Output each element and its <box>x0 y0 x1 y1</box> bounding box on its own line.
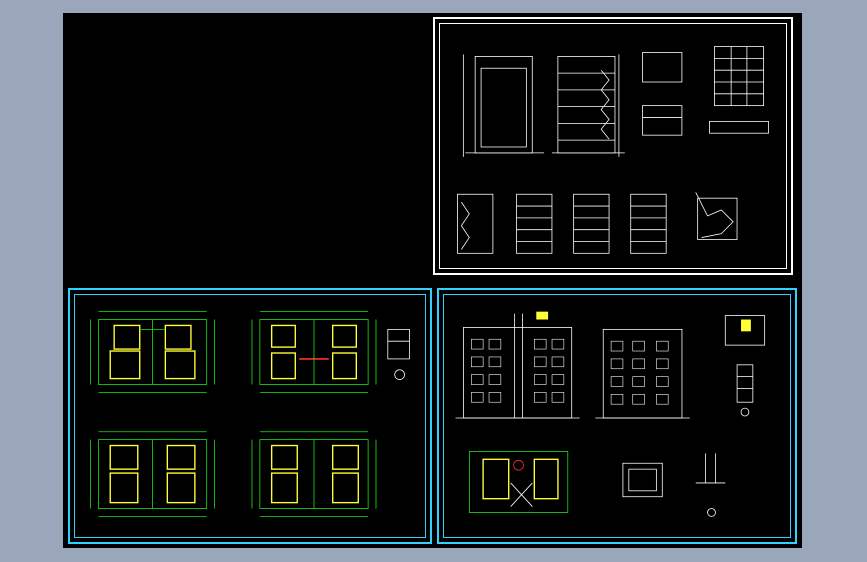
elevation-section-drawings <box>457 46 769 254</box>
floor-plan-2 <box>251 311 377 393</box>
front-elevation-drawing <box>455 311 580 419</box>
floor-plan-3 <box>90 431 215 517</box>
drawing-sheet-floor-plans[interactable] <box>68 288 432 544</box>
elevation-detail-drawings <box>455 311 766 517</box>
detail-drawings <box>642 46 769 136</box>
rear-elevation-drawing <box>595 328 690 419</box>
front-elevation-drawing <box>462 54 545 157</box>
ground-floor-plan <box>468 451 569 513</box>
floor-plan-drawings <box>90 311 410 517</box>
drawing-sheet-elevations-sections[interactable] <box>433 17 793 275</box>
floor-plan-1 <box>90 311 215 393</box>
section-detail <box>387 328 410 380</box>
drawing-sheet-elevations-details[interactable] <box>437 288 797 544</box>
node-details <box>724 315 766 417</box>
stair-section-drawings <box>457 192 738 254</box>
floor-plan-4 <box>251 431 377 517</box>
foundation-detail <box>695 453 726 517</box>
entrance-canopy-detail <box>622 462 663 498</box>
cad-model-space[interactable] <box>63 13 802 548</box>
side-elevation-drawing <box>551 54 625 157</box>
